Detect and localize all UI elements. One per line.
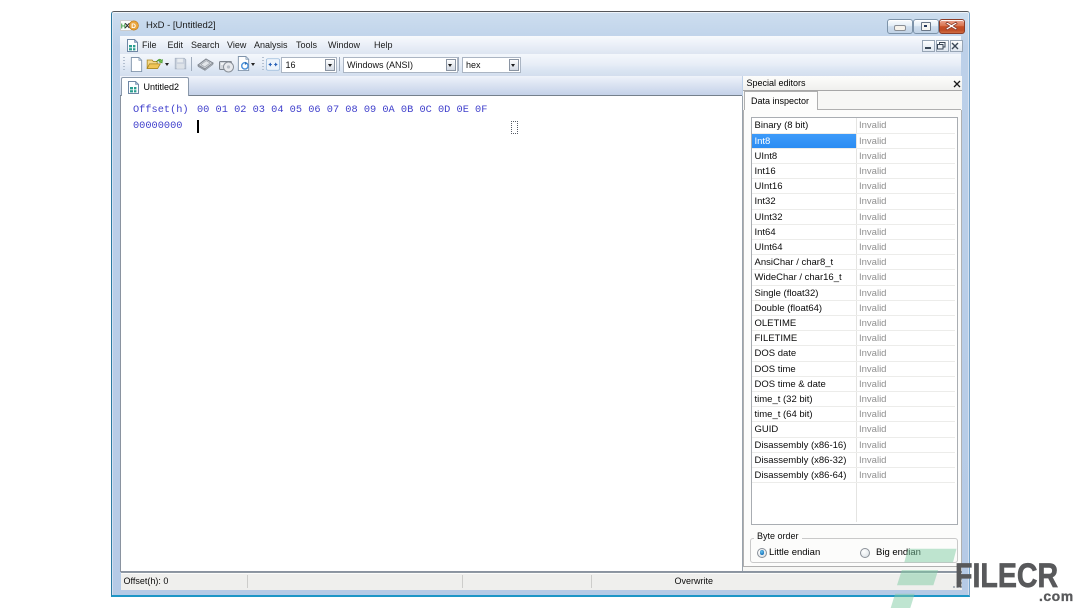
svg-text:D: D (131, 23, 136, 30)
svg-text:H: H (121, 23, 126, 30)
